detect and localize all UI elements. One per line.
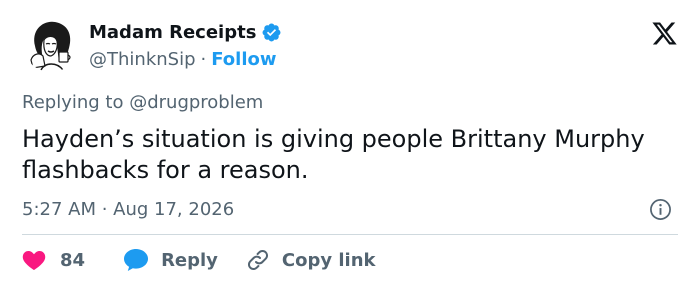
reply-label: Reply: [161, 249, 218, 271]
replying-to-line: Replying to @drugproblem: [22, 92, 263, 113]
copy-link-label: Copy link: [281, 249, 376, 271]
verified-badge-icon: [261, 22, 282, 43]
like-button[interactable]: 84: [22, 249, 85, 271]
author-handle-row: @ThinknSip · Follow: [89, 49, 277, 70]
author-handle[interactable]: @ThinknSip: [89, 49, 196, 70]
speech-bubble-icon: [123, 248, 149, 272]
avatar-illustration: [24, 17, 78, 71]
tweet-timestamp[interactable]: 5:27 AM · Aug 17, 2026: [22, 199, 234, 220]
avatar[interactable]: [23, 16, 79, 72]
x-logo-icon[interactable]: [651, 20, 678, 47]
replying-to-mention[interactable]: @drugproblem: [129, 92, 263, 113]
link-icon: [246, 248, 270, 272]
reply-button[interactable]: Reply: [123, 248, 218, 272]
author-display-name[interactable]: Madam Receipts: [89, 22, 256, 43]
follow-button[interactable]: Follow: [211, 49, 276, 70]
copy-link-button[interactable]: Copy link: [246, 248, 376, 272]
author-name-row: Madam Receipts: [89, 22, 282, 43]
like-count: 84: [60, 249, 86, 271]
heart-icon: [22, 249, 46, 271]
replying-prefix: Replying to: [22, 92, 130, 113]
divider: [22, 234, 678, 235]
action-bar: 84 Reply Copy link: [22, 248, 376, 272]
info-icon[interactable]: [649, 198, 672, 221]
tweet-text: Hayden’s situation is giving people Brit…: [22, 125, 645, 184]
separator-dot: ·: [200, 49, 207, 70]
